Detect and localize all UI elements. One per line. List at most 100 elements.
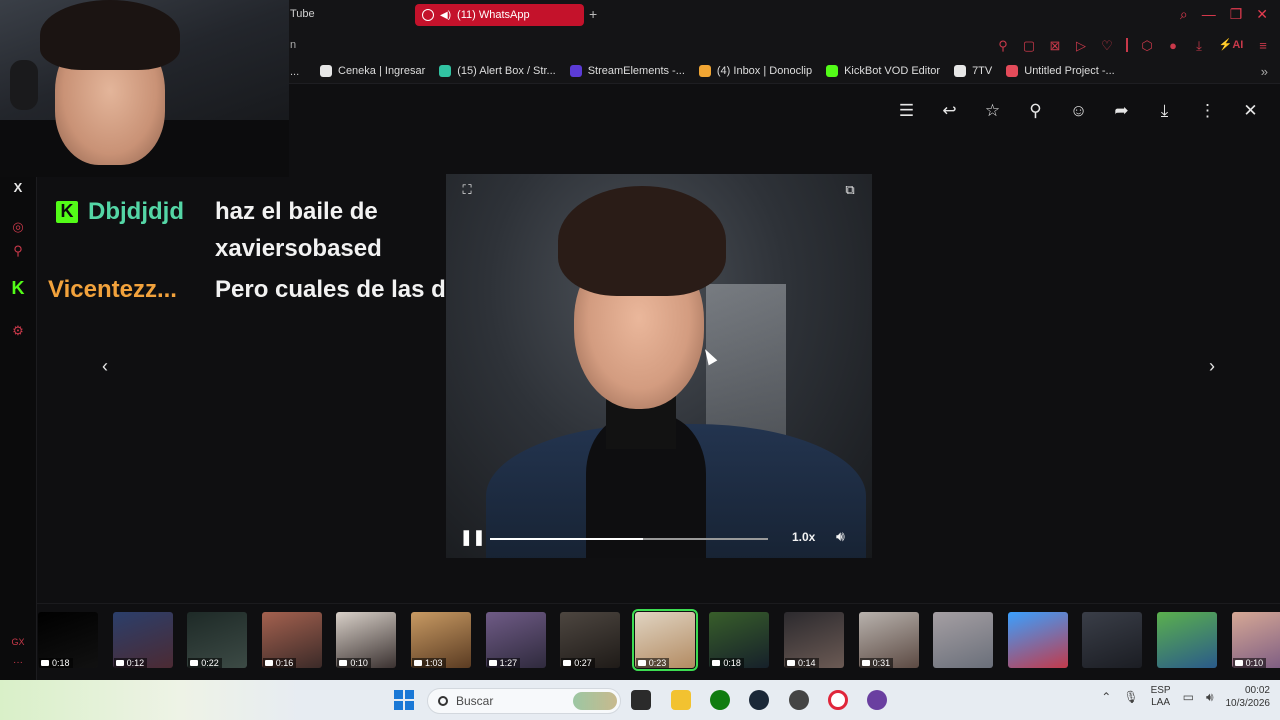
media-thumbnail[interactable]: 0:31 bbox=[858, 612, 919, 668]
opera-gx-icon[interactable] bbox=[828, 690, 848, 710]
caption-icon[interactable]: ☰ bbox=[897, 100, 916, 122]
pin-icon[interactable]: ⚲ bbox=[996, 38, 1010, 54]
media-thumbnail[interactable]: 0:27 bbox=[560, 612, 621, 668]
profile-icon[interactable]: ● bbox=[1166, 38, 1180, 54]
menu-icon[interactable]: ≡ bbox=[1256, 38, 1270, 54]
video-camera-icon bbox=[264, 660, 273, 666]
task-view-icon[interactable] bbox=[631, 690, 651, 710]
media-thumbnail[interactable] bbox=[1157, 612, 1217, 668]
bookmark-item[interactable]: 7TV bbox=[954, 65, 992, 77]
thumbnail-duration-text: 0:14 bbox=[798, 658, 816, 668]
media-thumbnail[interactable]: 0:10 bbox=[336, 612, 397, 668]
chat-username: Vicentezz... bbox=[48, 276, 177, 303]
thumbnail-duration: 0:31 bbox=[859, 658, 894, 668]
language-indicator[interactable]: ESP LAA bbox=[1151, 685, 1171, 709]
emoji-icon[interactable]: ☺ bbox=[1069, 100, 1088, 122]
bookmark-item[interactable]: Untitled Project -... bbox=[1006, 65, 1115, 77]
heart-icon[interactable]: ♡ bbox=[1100, 38, 1114, 54]
adblock-icon[interactable]: ⊠ bbox=[1048, 38, 1062, 54]
bookmark-favicon-icon bbox=[320, 65, 332, 77]
pin-message-icon[interactable]: ⚲ bbox=[1026, 100, 1045, 122]
media-thumbnail[interactable]: 0:22 bbox=[187, 612, 248, 668]
search-tabs-icon[interactable]: ⌕ bbox=[1180, 6, 1188, 23]
volume-icon[interactable]: 🔊︎ bbox=[836, 528, 845, 545]
media-thumbnail[interactable]: 0:10 bbox=[1231, 612, 1280, 668]
bookmarks-more-icon[interactable]: » bbox=[1261, 64, 1268, 79]
playback-speed-button[interactable]: 1.0x bbox=[792, 530, 815, 544]
previous-media-icon[interactable]: ‹ bbox=[95, 355, 115, 377]
fullscreen-icon[interactable]: ⛶ bbox=[459, 183, 475, 197]
gx-icon[interactable]: GX bbox=[9, 637, 27, 655]
language-code: ESP bbox=[1150, 685, 1171, 696]
taskbar-search[interactable]: Buscar bbox=[427, 688, 621, 714]
bookmark-item[interactable]: Ceneka | Ingresar bbox=[320, 65, 425, 77]
new-tab-button[interactable]: + bbox=[589, 6, 597, 22]
x-logo-icon[interactable]: X bbox=[9, 180, 27, 198]
media-thumbnail[interactable] bbox=[1007, 612, 1068, 668]
video-player[interactable]: ⛶ ⧉ ❚❚ 1.0x 🔊︎ bbox=[446, 174, 872, 558]
pin-sidebar-icon[interactable]: ⚲ bbox=[9, 243, 27, 261]
media-thumbnail[interactable]: 0:18 bbox=[38, 612, 98, 668]
more-sidebar-icon[interactable]: ··· bbox=[9, 657, 27, 675]
thumbnail-duration: 0:14 bbox=[785, 658, 819, 668]
snapshot-icon[interactable]: ▢ bbox=[1022, 38, 1036, 54]
media-thumbnail[interactable] bbox=[933, 612, 994, 668]
media-thumbnail[interactable]: 1:27 bbox=[485, 612, 546, 668]
media-thumbnail[interactable]: 0:14 bbox=[784, 612, 844, 668]
media-thumbnail[interactable]: 0:23 bbox=[631, 609, 698, 671]
media-thumbnail[interactable]: 0:12 bbox=[112, 612, 173, 668]
tab-whatsapp[interactable]: ◀) (11) WhatsApp bbox=[415, 4, 584, 26]
history-icon[interactable]: ◎ bbox=[9, 219, 27, 237]
pause-icon[interactable]: ❚❚ bbox=[460, 528, 485, 546]
media-thumbnail[interactable]: 0:16 bbox=[261, 612, 322, 668]
star-icon[interactable]: ☆ bbox=[983, 100, 1002, 122]
close-viewer-icon[interactable]: ✕ bbox=[1241, 100, 1260, 122]
media-thumbnail[interactable] bbox=[1082, 612, 1143, 668]
settings-icon[interactable]: ⚙ bbox=[9, 323, 27, 341]
video-camera-icon bbox=[861, 660, 870, 666]
more-options-icon[interactable]: ⋮ bbox=[1198, 100, 1217, 122]
kick-icon[interactable]: K bbox=[9, 278, 27, 298]
close-window-button[interactable]: ✕ bbox=[1256, 6, 1268, 23]
player-icon[interactable]: ▷ bbox=[1074, 38, 1088, 54]
media-thumbnail[interactable]: 0:18 bbox=[709, 612, 770, 668]
reply-icon[interactable]: ↩ bbox=[940, 100, 959, 122]
app-icon[interactable] bbox=[789, 690, 809, 710]
maximize-button[interactable]: ❐ bbox=[1230, 6, 1243, 23]
bookmark-item[interactable]: StreamElements -... bbox=[569, 65, 685, 77]
file-explorer-icon[interactable] bbox=[671, 690, 691, 710]
tab-youtube[interactable]: Tube bbox=[290, 8, 315, 20]
language-layout: LAA bbox=[1151, 697, 1171, 708]
webcam-hair bbox=[40, 0, 180, 70]
bookmark-overflow-left[interactable]: ... bbox=[290, 66, 299, 78]
network-icon[interactable]: ▭ bbox=[1183, 690, 1194, 704]
extensions-icon[interactable]: ⬡ bbox=[1140, 38, 1154, 54]
bookmark-label: (4) Inbox | Donoclip bbox=[716, 65, 813, 77]
download-icon[interactable]: ⤓ bbox=[1192, 38, 1206, 54]
microphone-icon[interactable]: 🎙︎ bbox=[1123, 690, 1138, 704]
ai-button[interactable]: ⚡AI bbox=[1218, 38, 1244, 54]
windows-start-icon[interactable] bbox=[394, 690, 414, 710]
bookmark-item[interactable]: (4) Inbox | Donoclip bbox=[698, 65, 813, 77]
media-thumbnail[interactable]: 1:03 bbox=[411, 612, 471, 668]
next-media-icon[interactable]: › bbox=[1202, 355, 1222, 377]
video-camera-icon bbox=[637, 660, 646, 666]
bookmark-item[interactable]: KickBot VOD Editor bbox=[826, 65, 940, 77]
download-media-icon[interactable]: ⤓ bbox=[1155, 100, 1174, 122]
bookmark-item[interactable]: (15) Alert Box / Str... bbox=[439, 65, 556, 77]
forward-icon[interactable]: ➦ bbox=[1112, 100, 1131, 122]
picture-in-picture-icon[interactable]: ⧉ bbox=[842, 183, 858, 197]
toolbar-divider bbox=[1126, 38, 1128, 52]
browser-toolbar: ⚲ ▢ ⊠ ▷ ♡ ⬡ ● ⤓ ⚡AI ≡ bbox=[996, 38, 1270, 54]
bookmark-favicon-icon bbox=[826, 65, 839, 77]
minimize-button[interactable]: — bbox=[1202, 6, 1216, 23]
address-bar[interactable]: n bbox=[290, 39, 296, 51]
clock[interactable]: 00:02 10/3/2026 bbox=[1226, 684, 1271, 710]
speaker-icon[interactable]: ◀) bbox=[440, 10, 451, 21]
xbox-icon[interactable] bbox=[710, 690, 730, 710]
discord-icon[interactable] bbox=[867, 690, 887, 710]
volume-tray-icon[interactable]: 🔊︎ bbox=[1206, 690, 1214, 705]
progress-bar[interactable] bbox=[490, 538, 768, 540]
tray-expand-icon[interactable]: ⌃ bbox=[1101, 690, 1111, 704]
steam-icon[interactable] bbox=[749, 690, 769, 710]
